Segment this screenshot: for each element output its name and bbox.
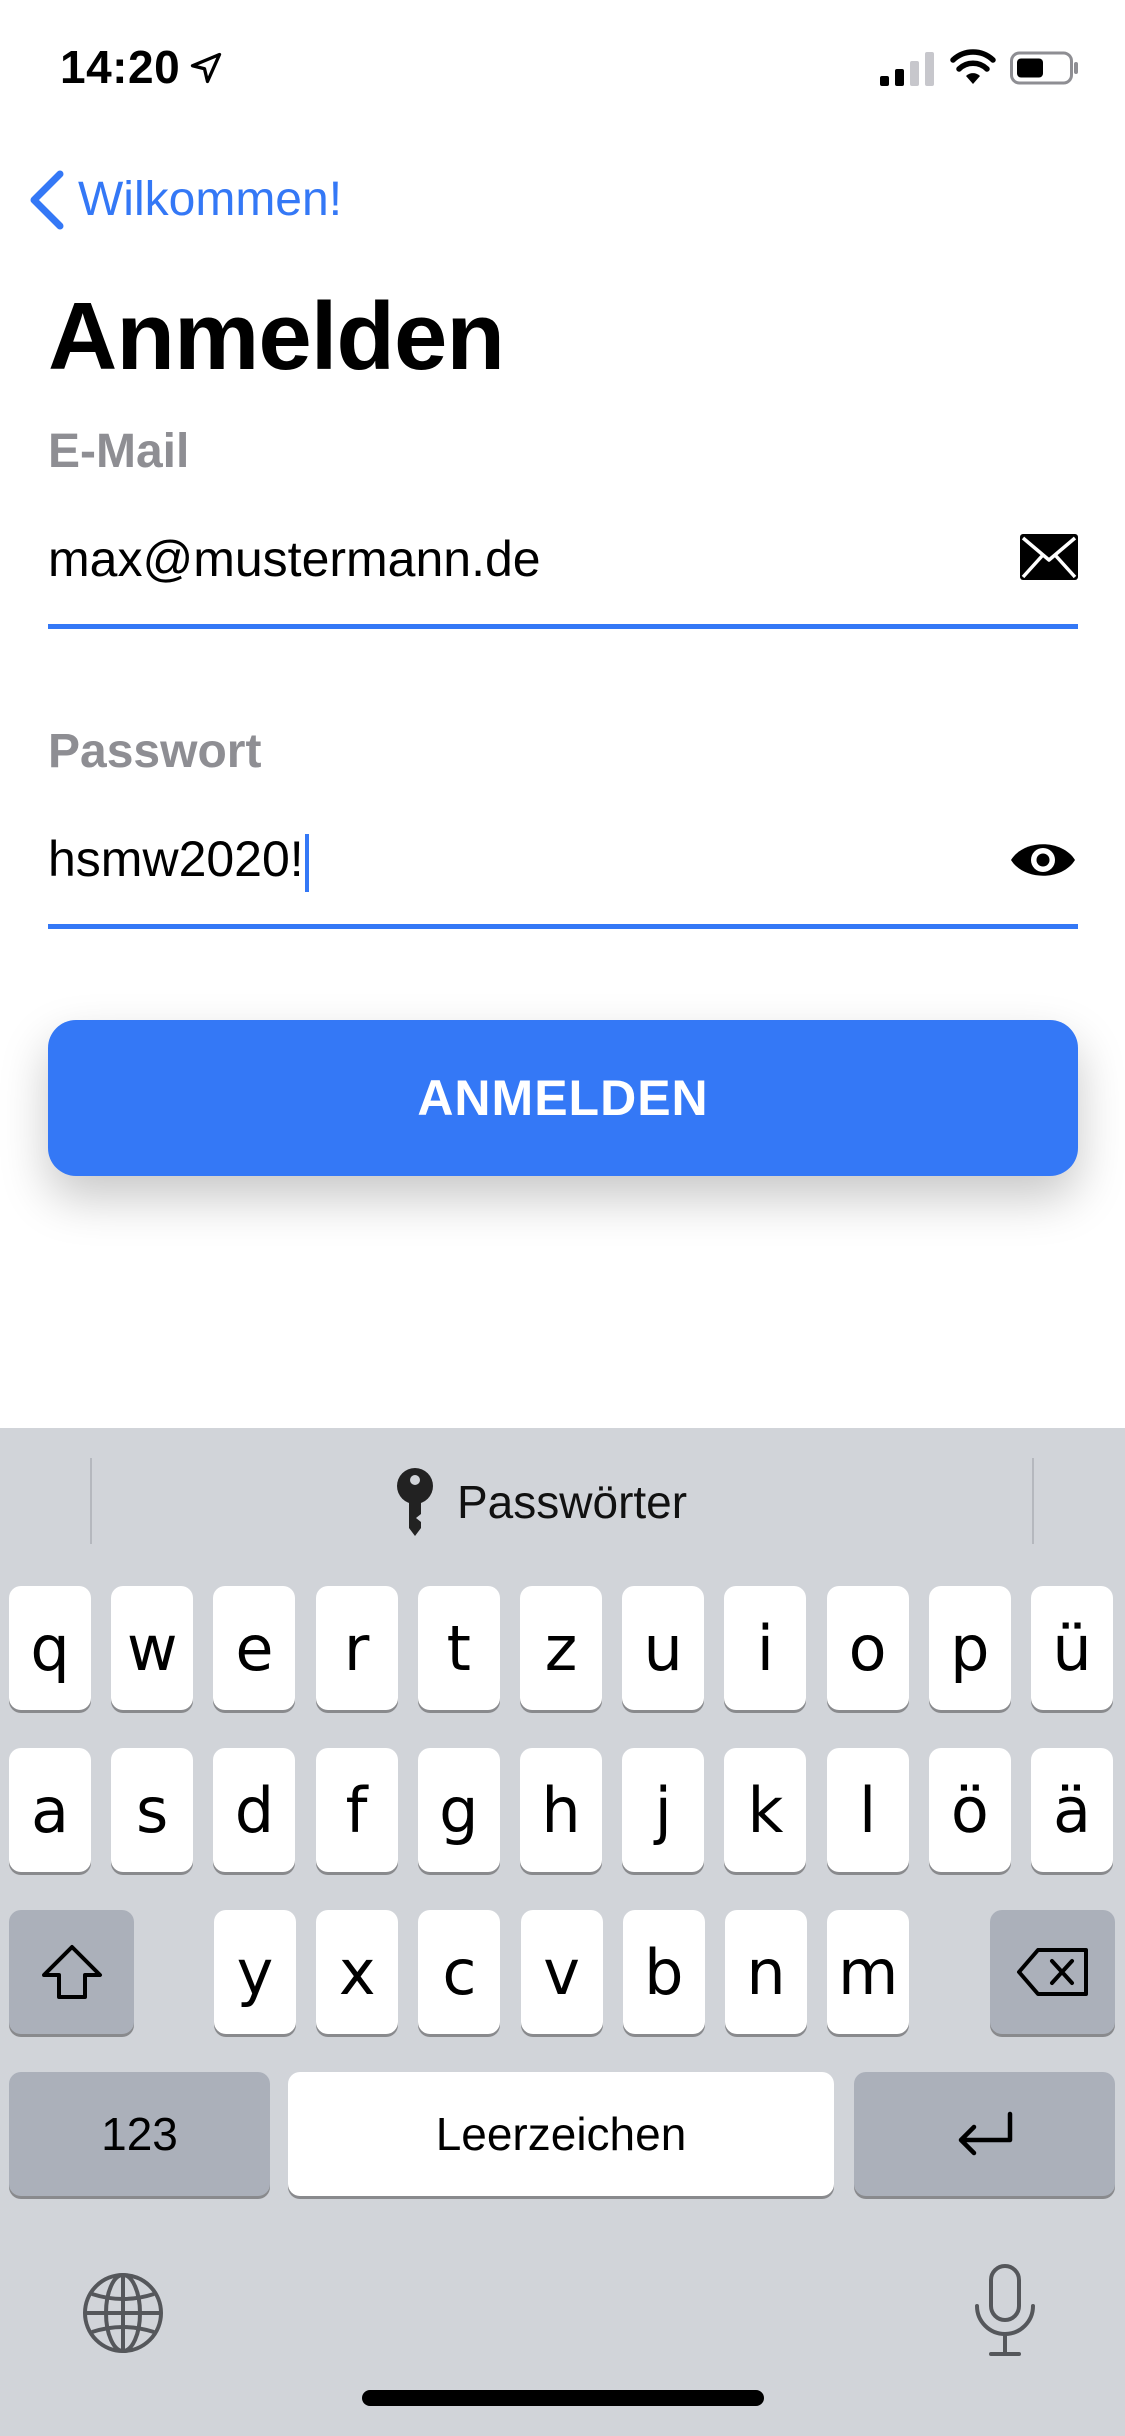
password-value: hsmw2020!	[48, 831, 304, 887]
key-ö[interactable]: ö	[928, 1748, 1011, 1872]
passwords-suggestion-label: Passwörter	[457, 1476, 688, 1528]
shift-icon	[41, 1945, 102, 1999]
password-field[interactable]: hsmw2020!	[48, 828, 1078, 929]
battery-icon	[1010, 51, 1078, 85]
suggestion-bar: Passwörter	[0, 1428, 1125, 1568]
text-cursor	[304, 833, 309, 892]
key-g[interactable]: g	[417, 1748, 500, 1872]
key-t[interactable]: t	[417, 1586, 500, 1710]
key-z[interactable]: z	[520, 1586, 602, 1710]
chevron-left-icon	[30, 170, 64, 230]
key-q[interactable]: q	[9, 1586, 91, 1710]
return-icon	[958, 2111, 1012, 2156]
backspace-icon	[1016, 1948, 1088, 1996]
status-time: 14:20	[60, 41, 181, 93]
numbers-key[interactable]: 123	[9, 2072, 270, 2196]
back-label: Wilkommen!	[78, 173, 343, 226]
shift-key[interactable]	[9, 1910, 134, 2034]
return-key[interactable]	[854, 2072, 1115, 2196]
key-d[interactable]: d	[213, 1748, 296, 1872]
key-c[interactable]: c	[418, 1910, 501, 2034]
key-s[interactable]: s	[111, 1748, 194, 1872]
key-u[interactable]: u	[622, 1586, 705, 1710]
passwords-suggestion[interactable]: Passwörter	[395, 1462, 687, 1542]
keyboard: Passwörter qwertzuiopü asdfghjklöä yxcvbnm…	[0, 1428, 1125, 2436]
space-key[interactable]: Leerzeichen	[288, 2072, 834, 2196]
email-field[interactable]: max@mustermann.de	[48, 528, 1078, 629]
location-arrow-icon	[190, 52, 222, 84]
key-p[interactable]: p	[928, 1586, 1011, 1710]
key-ü[interactable]: ü	[1031, 1586, 1113, 1710]
envelope-icon	[1020, 534, 1078, 580]
key-e[interactable]: e	[213, 1586, 296, 1710]
key-k[interactable]: k	[724, 1748, 807, 1872]
key-b[interactable]: b	[622, 1910, 705, 2034]
key-f[interactable]: f	[315, 1748, 398, 1872]
wifi-icon	[950, 49, 996, 84]
key-j[interactable]: j	[622, 1748, 705, 1872]
eye-icon[interactable]	[1008, 836, 1078, 884]
email-label: E-Mail	[48, 425, 190, 478]
password-label: Passwort	[48, 725, 262, 778]
key-h[interactable]: h	[520, 1748, 602, 1872]
key-v[interactable]: v	[520, 1910, 603, 2034]
key-y[interactable]: y	[214, 1910, 296, 2034]
divider	[1032, 1458, 1034, 1544]
key-i[interactable]: i	[724, 1586, 807, 1710]
key-icon	[397, 1468, 433, 1536]
cellular-signal-icon	[880, 52, 934, 86]
key-a[interactable]: a	[9, 1748, 91, 1872]
key-l[interactable]: l	[826, 1748, 909, 1872]
divider	[90, 1458, 92, 1544]
key-ä[interactable]: ä	[1031, 1748, 1113, 1872]
key-x[interactable]: x	[316, 1910, 399, 2034]
globe-icon[interactable]	[78, 2268, 168, 2358]
microphone-icon[interactable]	[965, 2262, 1045, 2362]
key-w[interactable]: w	[111, 1586, 194, 1710]
key-o[interactable]: o	[826, 1586, 909, 1710]
key-r[interactable]: r	[315, 1586, 398, 1710]
email-value: max@mustermann.de	[48, 531, 541, 587]
backspace-key[interactable]	[990, 1910, 1115, 2034]
home-indicator	[362, 2390, 764, 2406]
page-title: Anmelden	[48, 283, 505, 390]
key-m[interactable]: m	[827, 1910, 910, 2034]
back-button[interactable]: Wilkommen!	[24, 168, 364, 232]
login-button[interactable]: ANMELDEN	[48, 1020, 1078, 1176]
key-n[interactable]: n	[725, 1910, 807, 2034]
